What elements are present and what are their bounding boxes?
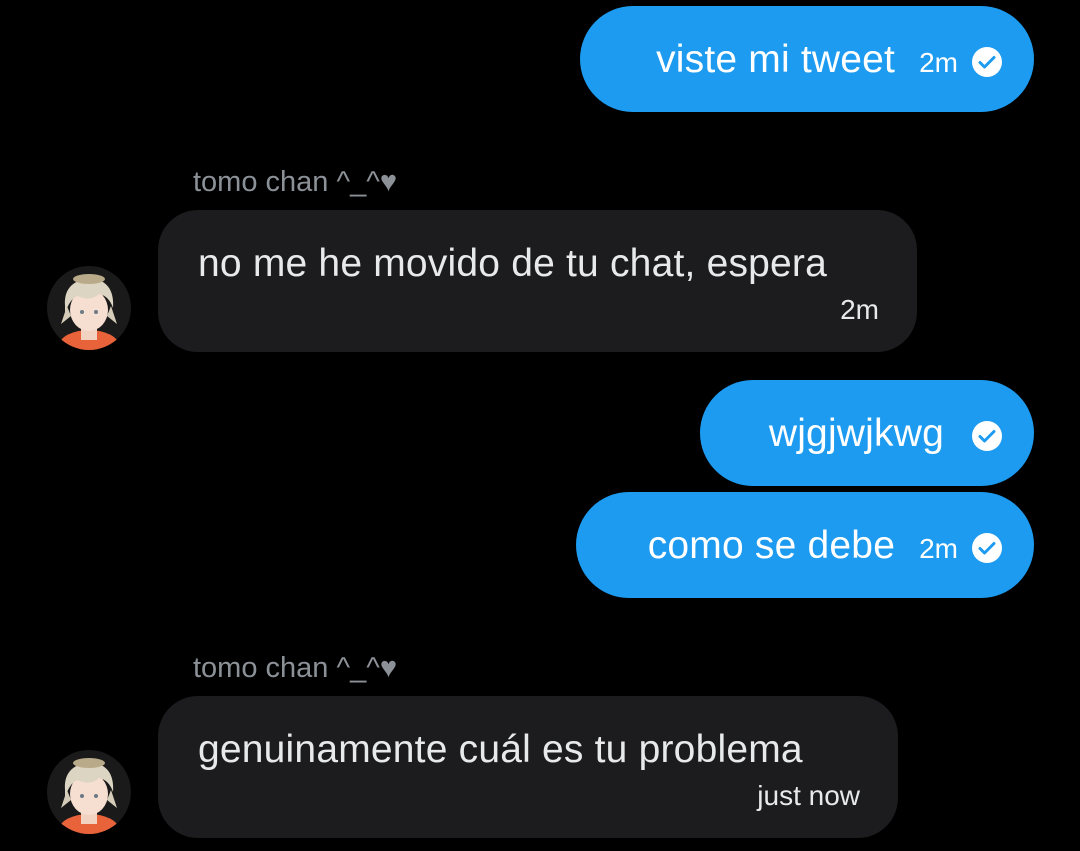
- sender-name: tomo chan ^_^♥: [193, 166, 398, 198]
- outgoing-message[interactable]: wjgjwjkwg: [700, 380, 1034, 486]
- message-text: viste mi tweet: [656, 37, 896, 81]
- check-circle-icon: [972, 421, 1002, 451]
- outgoing-message[interactable]: viste mi tweet 2m: [580, 6, 1034, 112]
- check-circle-icon: [972, 533, 1002, 563]
- check-circle-icon: [972, 47, 1002, 77]
- incoming-message[interactable]: genuinamente cuál es tu problema just no…: [158, 696, 898, 838]
- message-timestamp: 2m: [919, 47, 958, 78]
- sender-name: tomo chan ^_^♥: [193, 652, 398, 684]
- avatar[interactable]: [47, 750, 131, 834]
- message-timestamp: 2m: [840, 294, 879, 325]
- message-text: wjgjwjkwg: [768, 411, 944, 455]
- message-text: no me he movido de tu chat, espera: [198, 242, 828, 285]
- message-timestamp: 2m: [919, 533, 958, 564]
- avatar[interactable]: [47, 266, 131, 350]
- message-text: como se debe: [647, 523, 896, 567]
- message-timestamp: just now: [757, 780, 860, 811]
- outgoing-message[interactable]: como se debe 2m: [576, 492, 1034, 598]
- incoming-message[interactable]: no me he movido de tu chat, espera 2m: [158, 210, 917, 352]
- message-text: genuinamente cuál es tu problema: [198, 728, 803, 771]
